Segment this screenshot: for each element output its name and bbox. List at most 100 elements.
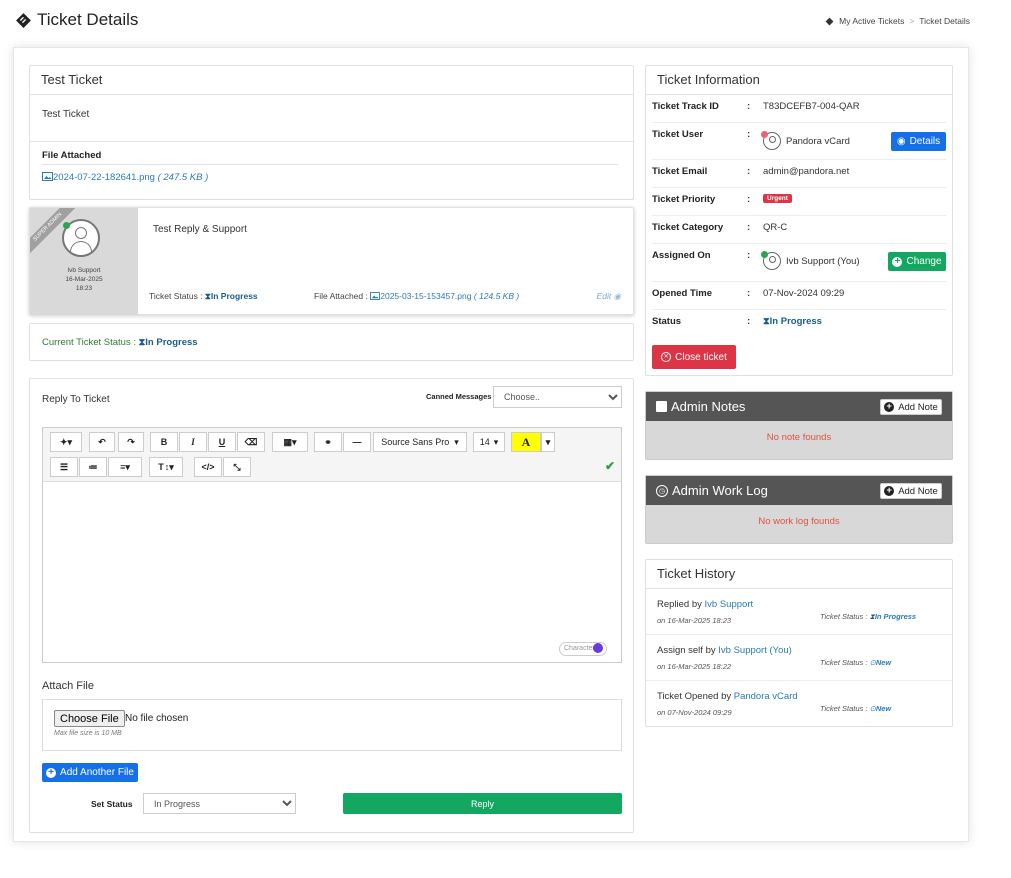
rich-text-editor: ✦▾ ↶ ↷ B I U ⌫ ▦▾ ⚭ — Source Sans Pro ▾ 1… [42,427,622,663]
close-ticket-label: Close ticket [675,351,727,363]
add-work-log-button[interactable]: + Add Note [880,483,942,499]
editor-toolbar: ✦▾ ↶ ↷ B I U ⌫ ▦▾ ⚭ — Source Sans Pro ▾ 1… [43,428,621,482]
history-user-link[interactable]: Pandora vCard [734,691,798,702]
font-size-select[interactable]: 14 ▾ [473,432,505,452]
reply-file-label: File Attached : [314,291,368,301]
horizontal-rule-button[interactable]: — [343,432,371,452]
info-key: Status [652,316,682,327]
info-value: T83DCEFB7-004-QAR [763,101,860,112]
change-assignee-button[interactable]: + Change [888,252,946,271]
add-note-button[interactable]: + Add Note [880,399,942,415]
page-title: Ticket Details [15,10,138,30]
info-key: Ticket Category [652,222,724,233]
italic-button[interactable]: I [179,432,207,452]
info-key: Ticket Track ID [652,101,719,112]
redo-button[interactable]: ↷ [118,432,144,452]
color-dropdown-button[interactable]: ▾ [541,432,555,452]
breadcrumb: My Active Tickets > Ticket Details [825,16,970,26]
ticket-file-link[interactable]: 2024-07-22-182641.png ( 247.5 KB ) [42,172,208,183]
history-user-link[interactable]: Ivb Support [705,599,754,610]
breadcrumb-link-active-tickets[interactable]: My Active Tickets [839,16,904,26]
notes-empty-message: No note founds [766,432,832,443]
text-height-icon: ↕▾ [164,461,174,472]
align-button[interactable]: ≡▾ [108,457,142,477]
info-value: Ivb Support (You) [786,255,860,267]
history-item: Assign self by Ivb Support (You) on 16-M… [646,635,952,681]
reply-file-link[interactable]: 2025-03-15-153457.png [380,291,471,301]
link-button[interactable]: ⚭ [314,432,342,452]
close-ticket-button[interactable]: ✕ Close ticket [652,345,736,369]
history-status-value: New [875,704,892,713]
bold-button[interactable]: B [150,432,178,452]
no-file-label: No file chosen [125,713,189,724]
text-size-button[interactable]: T ↕▾ [149,457,183,477]
change-label: Change [906,256,942,267]
highlight-color-button[interactable]: A [511,432,541,452]
info-colon: : [747,288,751,299]
info-row-track-id: Ticket Track ID: T83DCEFB7-004-QAR [652,95,946,123]
table-button[interactable]: ▦▾ [272,432,308,452]
info-row-user: Ticket User: Pandora vCard ◉ Details [652,123,946,160]
magic-wand-button[interactable]: ✦▾ [50,432,82,452]
details-button[interactable]: ◉ Details [891,132,946,151]
info-value: admin@pandora.net [763,166,850,177]
history-action: Replied by [657,599,702,610]
reply-submit-button[interactable]: Reply [343,793,622,814]
eraser-icon[interactable]: ⌫ [237,432,265,452]
history-status-value: In Progress [874,612,917,621]
check-icon: ✔ [604,459,615,473]
history-item: Ticket Opened by Pandora vCard on 07-Nov… [646,681,952,727]
breadcrumb-separator: > [909,16,915,26]
page-title-text: Ticket Details [37,10,139,29]
ticket-body: Test Ticket [42,109,90,120]
info-row-assigned: Assigned On: Ivb Support (You) + Change [652,244,946,282]
file-attached-label: File Attached [42,150,102,161]
choose-file-button[interactable]: Choose File [54,710,125,727]
history-user-link[interactable]: Ivb Support (You) [718,645,792,656]
code-view-button[interactable]: </> [194,457,222,477]
edit-reply-link[interactable]: Edit ◉ [597,291,621,302]
reply-status-value: In Progress [210,291,258,301]
history-text: Ticket Opened by Pandora vCard [657,691,798,702]
file-input-box: Choose File No file chosen Max file size… [42,699,622,751]
reply-file-size: ( 124.5 KB ) [473,291,520,301]
set-status-select[interactable]: In Progress [143,793,296,814]
info-key: Opened Time [652,288,713,299]
canned-messages-select[interactable]: Choose.. [493,386,622,408]
info-user: Pandora vCard [763,132,850,150]
reply-form-card: Reply To Ticket Canned Messages Choose..… [29,378,634,833]
reply-date: 16-Mar-2025 [65,276,103,283]
add-another-file-button[interactable]: + Add Another File [42,763,138,782]
fullscreen-button[interactable]: ⤡ [223,457,251,477]
ticket-info-card: Ticket Information Ticket Track ID: T83DC… [645,65,953,376]
history-item: Replied by Ivb Support on 16-Mar-2025 18… [646,589,952,635]
history-status-label: Ticket Status : [820,612,868,621]
attach-file-title: Attach File [42,680,94,692]
edit-reply-label: Edit [596,291,612,301]
divider [30,141,633,142]
history-status: Ticket Status : ⧗In Progress [820,612,916,622]
info-key: Ticket User [652,129,704,140]
history-status-label: Ticket Status : [820,658,868,667]
ordered-list-button[interactable]: ≔ [79,457,107,477]
assistant-bubble-icon[interactable] [593,643,603,653]
ticket-card: Test Ticket Test Ticket File Attached 20… [29,65,634,200]
editor-content-area[interactable] [43,483,621,662]
image-icon [42,172,53,181]
ticket-file-name[interactable]: 2024-07-22-182641.png [53,172,155,183]
current-status-label: Current Ticket Status : [42,337,136,348]
reply-card: SUPER ADMIN Ivb Support 16-Mar-2025 18:2… [29,207,634,315]
current-status-card: Current Ticket Status : ⧗In Progress [29,323,634,361]
reply-status-label: Ticket Status : [149,291,203,301]
info-key: Assigned On [652,250,711,261]
undo-button[interactable]: ↶ [89,432,115,452]
history-status-label: Ticket Status : [820,704,868,713]
underline-button[interactable]: U [208,432,236,452]
caret-down-icon: ▾ [454,436,459,447]
info-row-email: Ticket Email: admin@pandora.net [652,160,946,188]
font-family-select[interactable]: Source Sans Pro ▾ [373,432,467,452]
unordered-list-button[interactable]: ☰ [50,457,78,477]
work-log-card: ◷ Admin Work Log + Add Note No work log f… [645,475,953,544]
breadcrumb-current: Ticket Details [919,16,970,26]
info-assignee: Ivb Support (You) [763,252,860,270]
